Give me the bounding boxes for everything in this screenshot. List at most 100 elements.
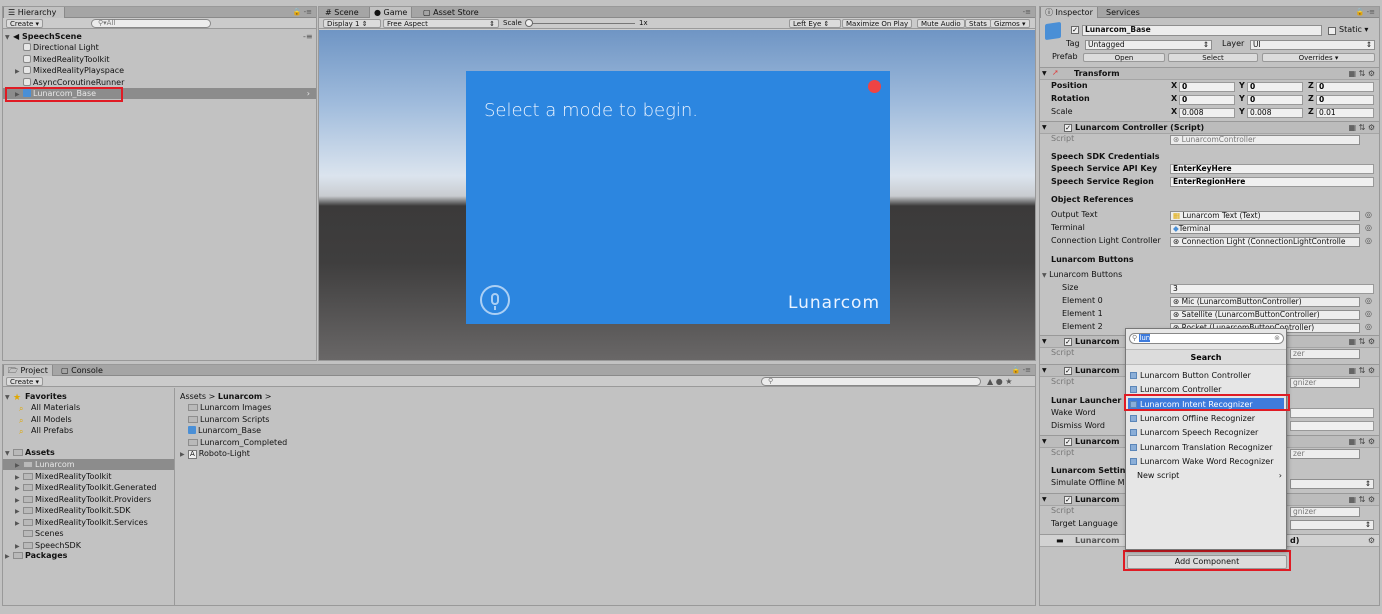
position-z-input[interactable]: 0 [1316, 82, 1374, 92]
favorite-item[interactable]: ⌕ All Materials [19, 402, 80, 413]
component-enabled-checkbox[interactable]: ✓ [1064, 124, 1072, 132]
component-option[interactable]: Lunarcom Button Controller [1128, 369, 1284, 382]
expand-arrow-icon[interactable]: ▶ [5, 551, 13, 562]
scale-x-input[interactable]: 0.008 [1179, 108, 1235, 118]
tab-project[interactable]: 🗁 Project [3, 365, 53, 376]
fold-arrow-icon[interactable]: ▼ [1042, 123, 1047, 133]
clear-search-icon[interactable]: ⊗ [1274, 334, 1280, 343]
favorite-item[interactable]: ⌕ All Prefabs [19, 425, 73, 436]
component-menu-icon[interactable]: ▦ ⇅ ⚙ [1348, 366, 1375, 375]
expand-arrow-icon[interactable]: ▶ [15, 495, 23, 506]
expand-arrow-icon[interactable]: ▶ [180, 449, 188, 460]
expand-arrow-icon[interactable]: ▶ [15, 66, 23, 77]
connection-light-field[interactable]: ⊛ Connection Light (ConnectionLightContr… [1170, 237, 1360, 247]
output-text-field[interactable]: ▦ Lunarcom Text (Text) [1170, 211, 1360, 221]
chevron-right-icon[interactable]: › [307, 88, 310, 99]
expand-arrow-icon[interactable]: ▶ [15, 518, 23, 529]
scale-y-input[interactable]: 0.008 [1247, 108, 1303, 118]
asset-folder-item[interactable]: ▶ MixedRealityToolkit [3, 471, 174, 482]
region-input[interactable]: EnterRegionHere [1170, 177, 1374, 187]
asset-folder-item[interactable]: ▶ MixedRealityToolkit.Services [3, 517, 174, 528]
fold-arrow-icon[interactable]: ▼ [1042, 495, 1047, 505]
tab-scene[interactable]: # Scene [321, 7, 363, 18]
tab-services[interactable]: Services [1102, 7, 1144, 18]
assets-row[interactable]: ▼ Assets [5, 447, 55, 458]
scene-root-row[interactable]: ▼ ◀ SpeechScene -≡ [5, 31, 315, 42]
component-menu-icon[interactable]: ▦ ⇅ ⚙ [1348, 437, 1375, 446]
lunarcom-controller-header[interactable]: ▼ ✓ Lunarcom Controller (Script) ▦ ⇅ ⚙ [1040, 121, 1379, 134]
project-search-input[interactable]: ⚲ [761, 377, 981, 386]
display-select[interactable]: Display 1 ⇕ [323, 19, 381, 28]
project-asset-item[interactable]: Lunarcom Scripts [188, 414, 269, 425]
tab-asset-store[interactable]: ▢ Asset Store [419, 7, 483, 18]
prefab-open-button[interactable]: Open [1083, 53, 1165, 62]
fold-arrow-icon[interactable]: ▼ [1042, 366, 1047, 376]
project-create-button[interactable]: Create ▾ [6, 377, 44, 386]
object-picker-icon[interactable]: ◎ [1365, 210, 1372, 220]
component-menu-icon[interactable]: ▦ ⇅ ⚙ [1348, 69, 1375, 78]
terminal-field[interactable]: ◆Terminal [1170, 224, 1360, 234]
tab-game[interactable]: ● Game [369, 7, 413, 18]
hierarchy-item[interactable]: Directional Light [3, 42, 316, 53]
fold-arrow-icon[interactable]: ▼ [1042, 337, 1047, 347]
tab-hierarchy[interactable]: ☰ Hierarchy [3, 7, 65, 18]
project-asset-item[interactable]: Lunarcom_Base [188, 425, 261, 436]
object-active-checkbox[interactable]: ✓ [1071, 26, 1079, 34]
breadcrumb-assets[interactable]: Assets [180, 392, 206, 401]
game-viewport[interactable]: Select a mode to begin. Lunarcom [319, 30, 1035, 360]
prefab-overrides-button[interactable]: Overrides ▾ [1262, 53, 1375, 62]
prefab-select-button[interactable]: Select [1168, 53, 1258, 62]
position-x-input[interactable]: 0 [1179, 82, 1235, 92]
target-language-select[interactable]: ⇕ [1290, 520, 1374, 530]
component-enabled-checkbox[interactable]: ✓ [1064, 438, 1072, 446]
scale-slider[interactable] [525, 23, 635, 24]
component-option[interactable]: Lunarcom Translation Recognizer [1128, 441, 1284, 454]
object-picker-icon[interactable]: ◎ [1365, 223, 1372, 233]
component-enabled-checkbox[interactable]: ✓ [1064, 496, 1072, 504]
buttons-foldout[interactable]: ▼ Lunarcom Buttons [1042, 270, 1122, 281]
eye-select[interactable]: Left Eye ⇕ [789, 19, 841, 28]
expand-arrow-icon[interactable]: ▶ [15, 460, 23, 471]
project-filter-icons[interactable]: ▲ ● ★ [987, 376, 1012, 387]
component-enabled-checkbox[interactable]: ✓ [1064, 338, 1072, 346]
asset-folder-item[interactable]: ▶ MixedRealityToolkit.Providers [3, 494, 174, 505]
expand-arrow-icon[interactable]: ▶ [15, 472, 23, 483]
object-picker-icon[interactable]: ◎ [1365, 236, 1372, 246]
project-asset-item[interactable]: Lunarcom_Completed [188, 437, 287, 448]
component-menu-icon[interactable]: ⚙ [1368, 536, 1375, 545]
object-picker-icon[interactable]: ◎ [1365, 309, 1372, 319]
component-option[interactable]: Lunarcom Wake Word Recognizer [1128, 455, 1284, 468]
component-menu-icon[interactable]: ▦ ⇅ ⚙ [1348, 495, 1375, 504]
new-script-item[interactable]: New script › [1128, 469, 1284, 482]
asset-folder-item[interactable]: Scenes [3, 528, 174, 539]
project-asset-item[interactable]: Lunarcom Images [188, 402, 271, 413]
hierarchy-search-input[interactable]: ⚲▾All [91, 19, 211, 28]
packages-row[interactable]: ▶ Packages [5, 550, 67, 561]
project-asset-item[interactable]: ▶ A Roboto-Light [180, 448, 250, 459]
rotation-y-input[interactable]: 0 [1247, 95, 1303, 105]
dismiss-word-input[interactable] [1290, 421, 1374, 431]
transform-header[interactable]: ▼ ➚ Transform ▦ ⇅ ⚙ [1040, 67, 1379, 80]
expand-arrow-icon[interactable]: ▶ [15, 483, 23, 494]
panel-menu-icon[interactable]: 🔒 -≡ [293, 7, 312, 18]
scale-slider-handle[interactable] [525, 19, 533, 27]
maximize-on-play-toggle[interactable]: Maximize On Play [842, 19, 913, 28]
asset-folder-item[interactable]: ▶ MixedRealityToolkit.SDK [3, 505, 174, 516]
component-enabled-checkbox[interactable]: ✓ [1064, 367, 1072, 375]
gizmos-toggle[interactable]: Gizmos ▾ [990, 19, 1030, 28]
microphone-icon[interactable] [480, 285, 510, 315]
element-field[interactable]: ⊛ Mic (LunarcomButtonController) [1170, 297, 1360, 307]
stats-toggle[interactable]: Stats [965, 19, 991, 28]
object-picker-icon[interactable]: ◎ [1365, 322, 1372, 332]
object-name-input[interactable]: Lunarcom_Base [1082, 25, 1322, 36]
simulate-offline-select[interactable]: ⇕ [1290, 479, 1374, 489]
asset-folder-item[interactable]: ▶ SpeechSDK [3, 540, 174, 551]
hierarchy-item[interactable]: AsyncCoroutineRunner [3, 77, 316, 88]
scale-z-input[interactable]: 0.01 [1316, 108, 1374, 118]
hierarchy-item[interactable]: MixedRealityToolkit [3, 54, 316, 65]
favorite-item[interactable]: ⌕ All Models [19, 414, 72, 425]
layer-select[interactable]: UI ⇕ [1250, 40, 1375, 50]
game-panel-menu-icon[interactable]: -≡ [1023, 7, 1031, 18]
rotation-z-input[interactable]: 0 [1316, 95, 1374, 105]
expand-arrow-icon[interactable]: ▶ [15, 506, 23, 517]
